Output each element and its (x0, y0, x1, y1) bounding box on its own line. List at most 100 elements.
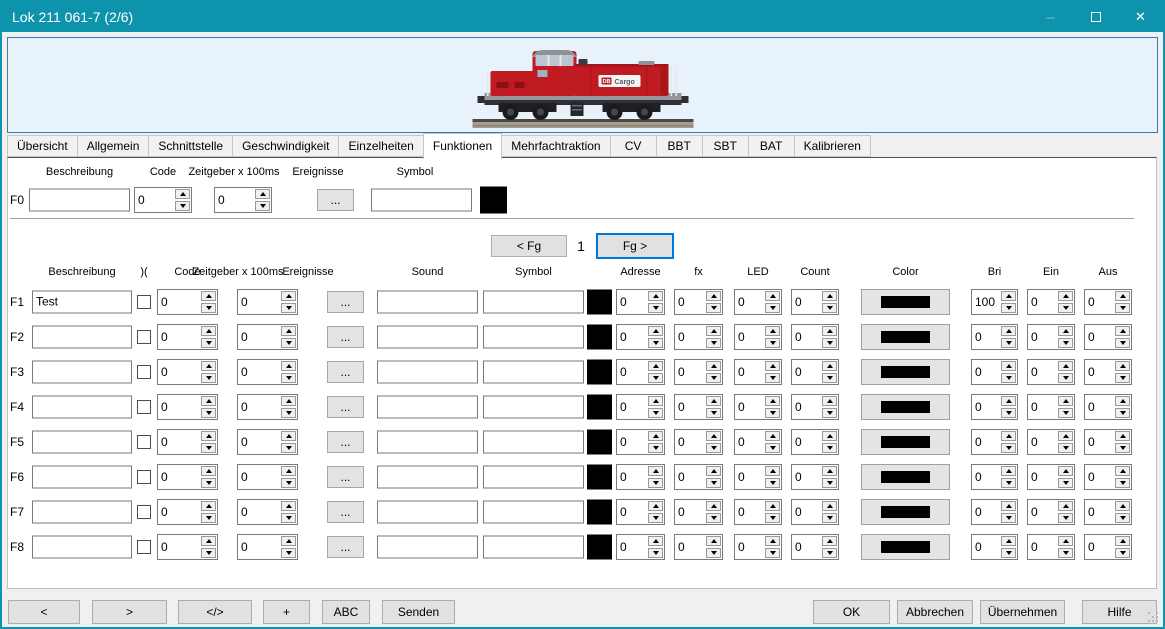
symbol-input[interactable] (483, 395, 584, 418)
bri-spin-up-button[interactable] (1001, 431, 1016, 441)
led-spin-down-button[interactable] (765, 373, 780, 383)
bri-input[interactable] (973, 291, 1001, 313)
beschreibung-input[interactable] (32, 395, 132, 418)
code-input[interactable] (159, 501, 201, 523)
aus-input[interactable] (1086, 326, 1115, 348)
f0-symbol-swatch[interactable] (480, 187, 507, 214)
ein-input[interactable] (1029, 361, 1058, 383)
adresse-spin-up-button[interactable] (648, 501, 663, 511)
close-button[interactable]: ✕ (1118, 2, 1163, 32)
bri-input[interactable] (973, 501, 1001, 523)
count-spin-up-button[interactable] (822, 466, 837, 476)
led-spin-up-button[interactable] (765, 431, 780, 441)
ein-input[interactable] (1029, 431, 1058, 453)
count-spin-down-button[interactable] (822, 373, 837, 383)
beschreibung-input[interactable] (32, 430, 132, 453)
ein-spin-down-button[interactable] (1058, 478, 1073, 488)
led-spin-down-button[interactable] (765, 408, 780, 418)
ein-spin-down-button[interactable] (1058, 373, 1073, 383)
aus-spin-up-button[interactable] (1115, 361, 1130, 371)
tab-uebersicht[interactable]: Übersicht (7, 135, 78, 157)
color-button[interactable] (861, 499, 950, 525)
aus-input[interactable] (1086, 361, 1115, 383)
count-input[interactable] (793, 466, 822, 488)
symbol-swatch[interactable] (587, 534, 612, 559)
ereignisse-button[interactable]: ... (327, 396, 364, 418)
symbol-swatch[interactable] (587, 499, 612, 524)
fx-input[interactable] (676, 501, 706, 523)
color-button[interactable] (861, 534, 950, 560)
ereignisse-button[interactable]: ... (327, 501, 364, 523)
zeitgeber-spin-down-button[interactable] (281, 303, 296, 313)
ok-button[interactable]: OK (813, 600, 890, 624)
count-spin-up-button[interactable] (822, 361, 837, 371)
sound-input[interactable] (377, 465, 478, 488)
code-spin-up-button[interactable] (201, 396, 216, 406)
led-spin-down-button[interactable] (765, 338, 780, 348)
count-input[interactable] (793, 501, 822, 523)
code-spin-up-button[interactable] (201, 466, 216, 476)
sound-input[interactable] (377, 430, 478, 453)
led-spin-up-button[interactable] (765, 501, 780, 511)
ein-spin-down-button[interactable] (1058, 513, 1073, 523)
bri-spin-up-button[interactable] (1001, 501, 1016, 511)
adresse-input[interactable] (618, 501, 648, 523)
tab-bbt[interactable]: BBT (656, 135, 703, 157)
fx-spin-down-button[interactable] (706, 443, 721, 453)
fx-spin-down-button[interactable] (706, 513, 721, 523)
aus-spin-down-button[interactable] (1115, 443, 1130, 453)
adresse-spin-up-button[interactable] (648, 326, 663, 336)
bri-spin-up-button[interactable] (1001, 396, 1016, 406)
symbol-input[interactable] (483, 465, 584, 488)
zeitgeber-input[interactable] (239, 291, 281, 313)
adresse-spin-up-button[interactable] (648, 361, 663, 371)
sound-input[interactable] (377, 500, 478, 523)
fx-spin-up-button[interactable] (706, 431, 721, 441)
zeitgeber-spin-down-button[interactable] (281, 548, 296, 558)
zeitgeber-input[interactable] (239, 396, 281, 418)
count-spin-down-button[interactable] (822, 513, 837, 523)
senden-button[interactable]: Senden (382, 600, 455, 624)
code-spin-down-button[interactable] (201, 478, 216, 488)
ereignisse-button[interactable]: ... (327, 291, 364, 313)
bri-spin-down-button[interactable] (1001, 478, 1016, 488)
count-spin-down-button[interactable] (822, 303, 837, 313)
code-spin-down-button[interactable] (201, 548, 216, 558)
bri-spin-down-button[interactable] (1001, 513, 1016, 523)
symbol-swatch[interactable] (587, 324, 612, 349)
sound-input[interactable] (377, 535, 478, 558)
fx-spin-up-button[interactable] (706, 326, 721, 336)
symbol-input[interactable] (483, 430, 584, 453)
count-input[interactable] (793, 536, 822, 558)
zeitgeber-spin-up-button[interactable] (281, 501, 296, 511)
adresse-spin-up-button[interactable] (648, 536, 663, 546)
count-spin-up-button[interactable] (822, 291, 837, 301)
fx-spin-down-button[interactable] (706, 373, 721, 383)
code-spin-down-button[interactable] (201, 513, 216, 523)
tab-bat[interactable]: BAT (748, 135, 795, 157)
zeitgeber-spin-down-button[interactable] (281, 373, 296, 383)
f0-symbol-input[interactable] (371, 189, 472, 212)
symbol-swatch[interactable] (587, 359, 612, 384)
led-spin-up-button[interactable] (765, 326, 780, 336)
ein-input[interactable] (1029, 466, 1058, 488)
color-button[interactable] (861, 289, 950, 315)
bri-spin-down-button[interactable] (1001, 548, 1016, 558)
aus-spin-up-button[interactable] (1115, 431, 1130, 441)
blink-checkbox[interactable] (137, 505, 151, 519)
ein-input[interactable] (1029, 536, 1058, 558)
resize-grip[interactable] (1148, 612, 1150, 614)
code-input[interactable] (159, 466, 201, 488)
add-button[interactable]: + (263, 600, 310, 624)
bri-spin-down-button[interactable] (1001, 408, 1016, 418)
aus-spin-down-button[interactable] (1115, 408, 1130, 418)
led-input[interactable] (736, 361, 765, 383)
zeitgeber-spin-up-button[interactable] (281, 536, 296, 546)
zeitgeber-input[interactable] (239, 431, 281, 453)
bri-spin-up-button[interactable] (1001, 291, 1016, 301)
fx-input[interactable] (676, 361, 706, 383)
fx-spin-up-button[interactable] (706, 396, 721, 406)
beschreibung-input[interactable] (32, 500, 132, 523)
led-input[interactable] (736, 536, 765, 558)
blink-checkbox[interactable] (137, 400, 151, 414)
